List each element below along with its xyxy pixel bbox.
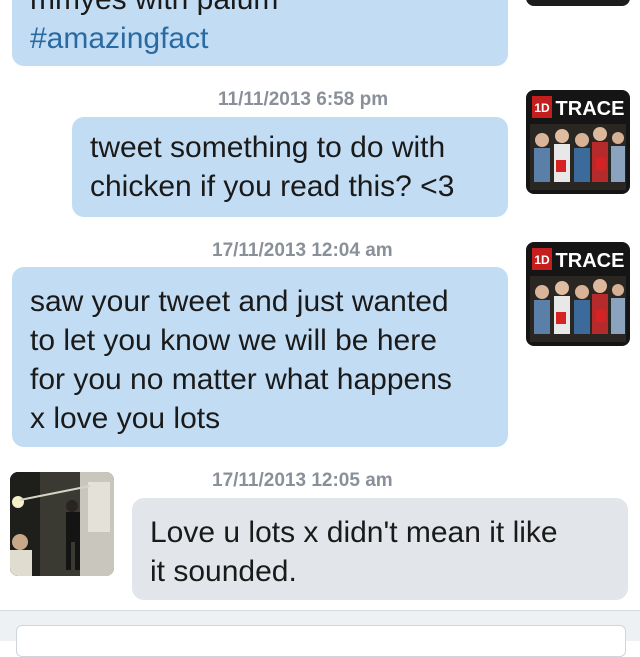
message-timestamp: 17/11/2013 12:05 am (212, 470, 393, 491)
hashtag-link[interactable]: #amazingfact (30, 19, 490, 58)
sender-avatar-partial[interactable] (526, 0, 630, 6)
svg-text:1D: 1D (534, 101, 550, 115)
message-bubble-received[interactable]: Love u lots x didn't mean it like it sou… (132, 498, 628, 600)
message-input[interactable] (16, 625, 626, 657)
message-text-line: chicken if you read this? <3 (90, 170, 455, 203)
message-text-line: to let you know we will be here (30, 324, 437, 357)
message-text-line: tweet something to do with (90, 131, 446, 164)
message-text-line: x love you lots (30, 402, 221, 435)
message-bubble-sent[interactable]: tweet something to do with chicken if yo… (72, 117, 508, 217)
message-text-line: saw your tweet and just wanted (30, 285, 449, 318)
message-text-line: for you no matter what happens (30, 363, 452, 396)
svg-text:TRACE: TRACE (556, 250, 625, 272)
message-text-line: mmyes with palum (30, 0, 490, 19)
message-text-line: Love u lots x didn't mean it like (150, 516, 558, 549)
message-bubble-sent[interactable]: mmyes with palum #amazingfact (12, 0, 508, 66)
message-bubble-sent[interactable]: saw your tweet and just wanted to let yo… (12, 267, 508, 447)
1d-trace-avatar-icon[interactable]: 1D TRACE (526, 242, 630, 346)
svg-text:1D: 1D (534, 253, 550, 267)
message-timestamp: 11/11/2013 6:58 pm (218, 89, 389, 110)
message-timestamp: 17/11/2013 12:04 am (212, 240, 393, 261)
message-text-line: it sounded. (150, 555, 297, 588)
svg-text:TRACE: TRACE (556, 98, 625, 120)
1d-trace-avatar-icon[interactable]: 1D TRACE (526, 90, 630, 194)
photo-avatar-icon[interactable] (10, 472, 114, 576)
